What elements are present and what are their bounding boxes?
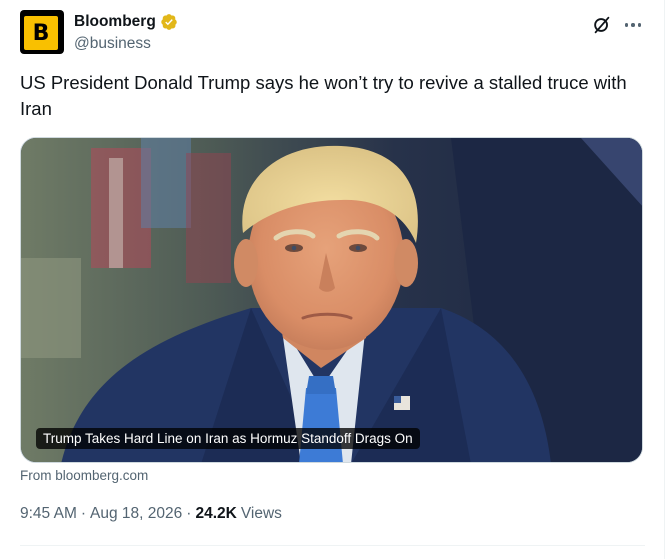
tweet-header: B Bloomberg @business	[20, 10, 645, 56]
grok-icon[interactable]	[591, 14, 613, 36]
link-card-title[interactable]: Trump Takes Hard Line on Iran as Hormuz …	[36, 428, 420, 449]
tweet-date[interactable]: Aug 18, 2026	[90, 505, 182, 523]
tweet-time[interactable]: 9:45 AM	[20, 505, 77, 523]
gold-verified-badge-icon[interactable]	[160, 13, 178, 31]
views-count[interactable]: 24.2K	[195, 505, 236, 523]
more-dot	[637, 23, 642, 27]
more-dot	[631, 23, 635, 27]
avatar[interactable]: B	[20, 10, 64, 54]
link-source[interactable]: From bloomberg.com	[20, 468, 148, 483]
tweet-meta: 9:45 AM · Aug 18, 2026 · 24.2K Views	[20, 505, 282, 523]
author-names: Bloomberg @business	[74, 12, 178, 53]
tweet-card: B Bloomberg @business US President Donal…	[0, 0, 665, 559]
avatar-tile: B	[24, 16, 58, 50]
author-handle[interactable]: @business	[74, 35, 178, 53]
name-row: Bloomberg	[74, 12, 178, 32]
meta-separator: ·	[186, 505, 192, 522]
views-label: Views	[240, 505, 282, 522]
tweet-text: US President Donald Trump says he won’t …	[20, 72, 627, 119]
avatar-letter: B	[32, 20, 50, 46]
meta-separator: ·	[80, 505, 87, 522]
display-name[interactable]: Bloomberg	[74, 13, 156, 31]
trump-photo-image	[21, 138, 642, 462]
more-dot	[624, 23, 629, 27]
more-options-icon[interactable]	[621, 14, 645, 36]
link-card-image[interactable]: Trump Takes Hard Line on Iran as Hormuz …	[20, 137, 643, 463]
divider	[20, 545, 645, 546]
